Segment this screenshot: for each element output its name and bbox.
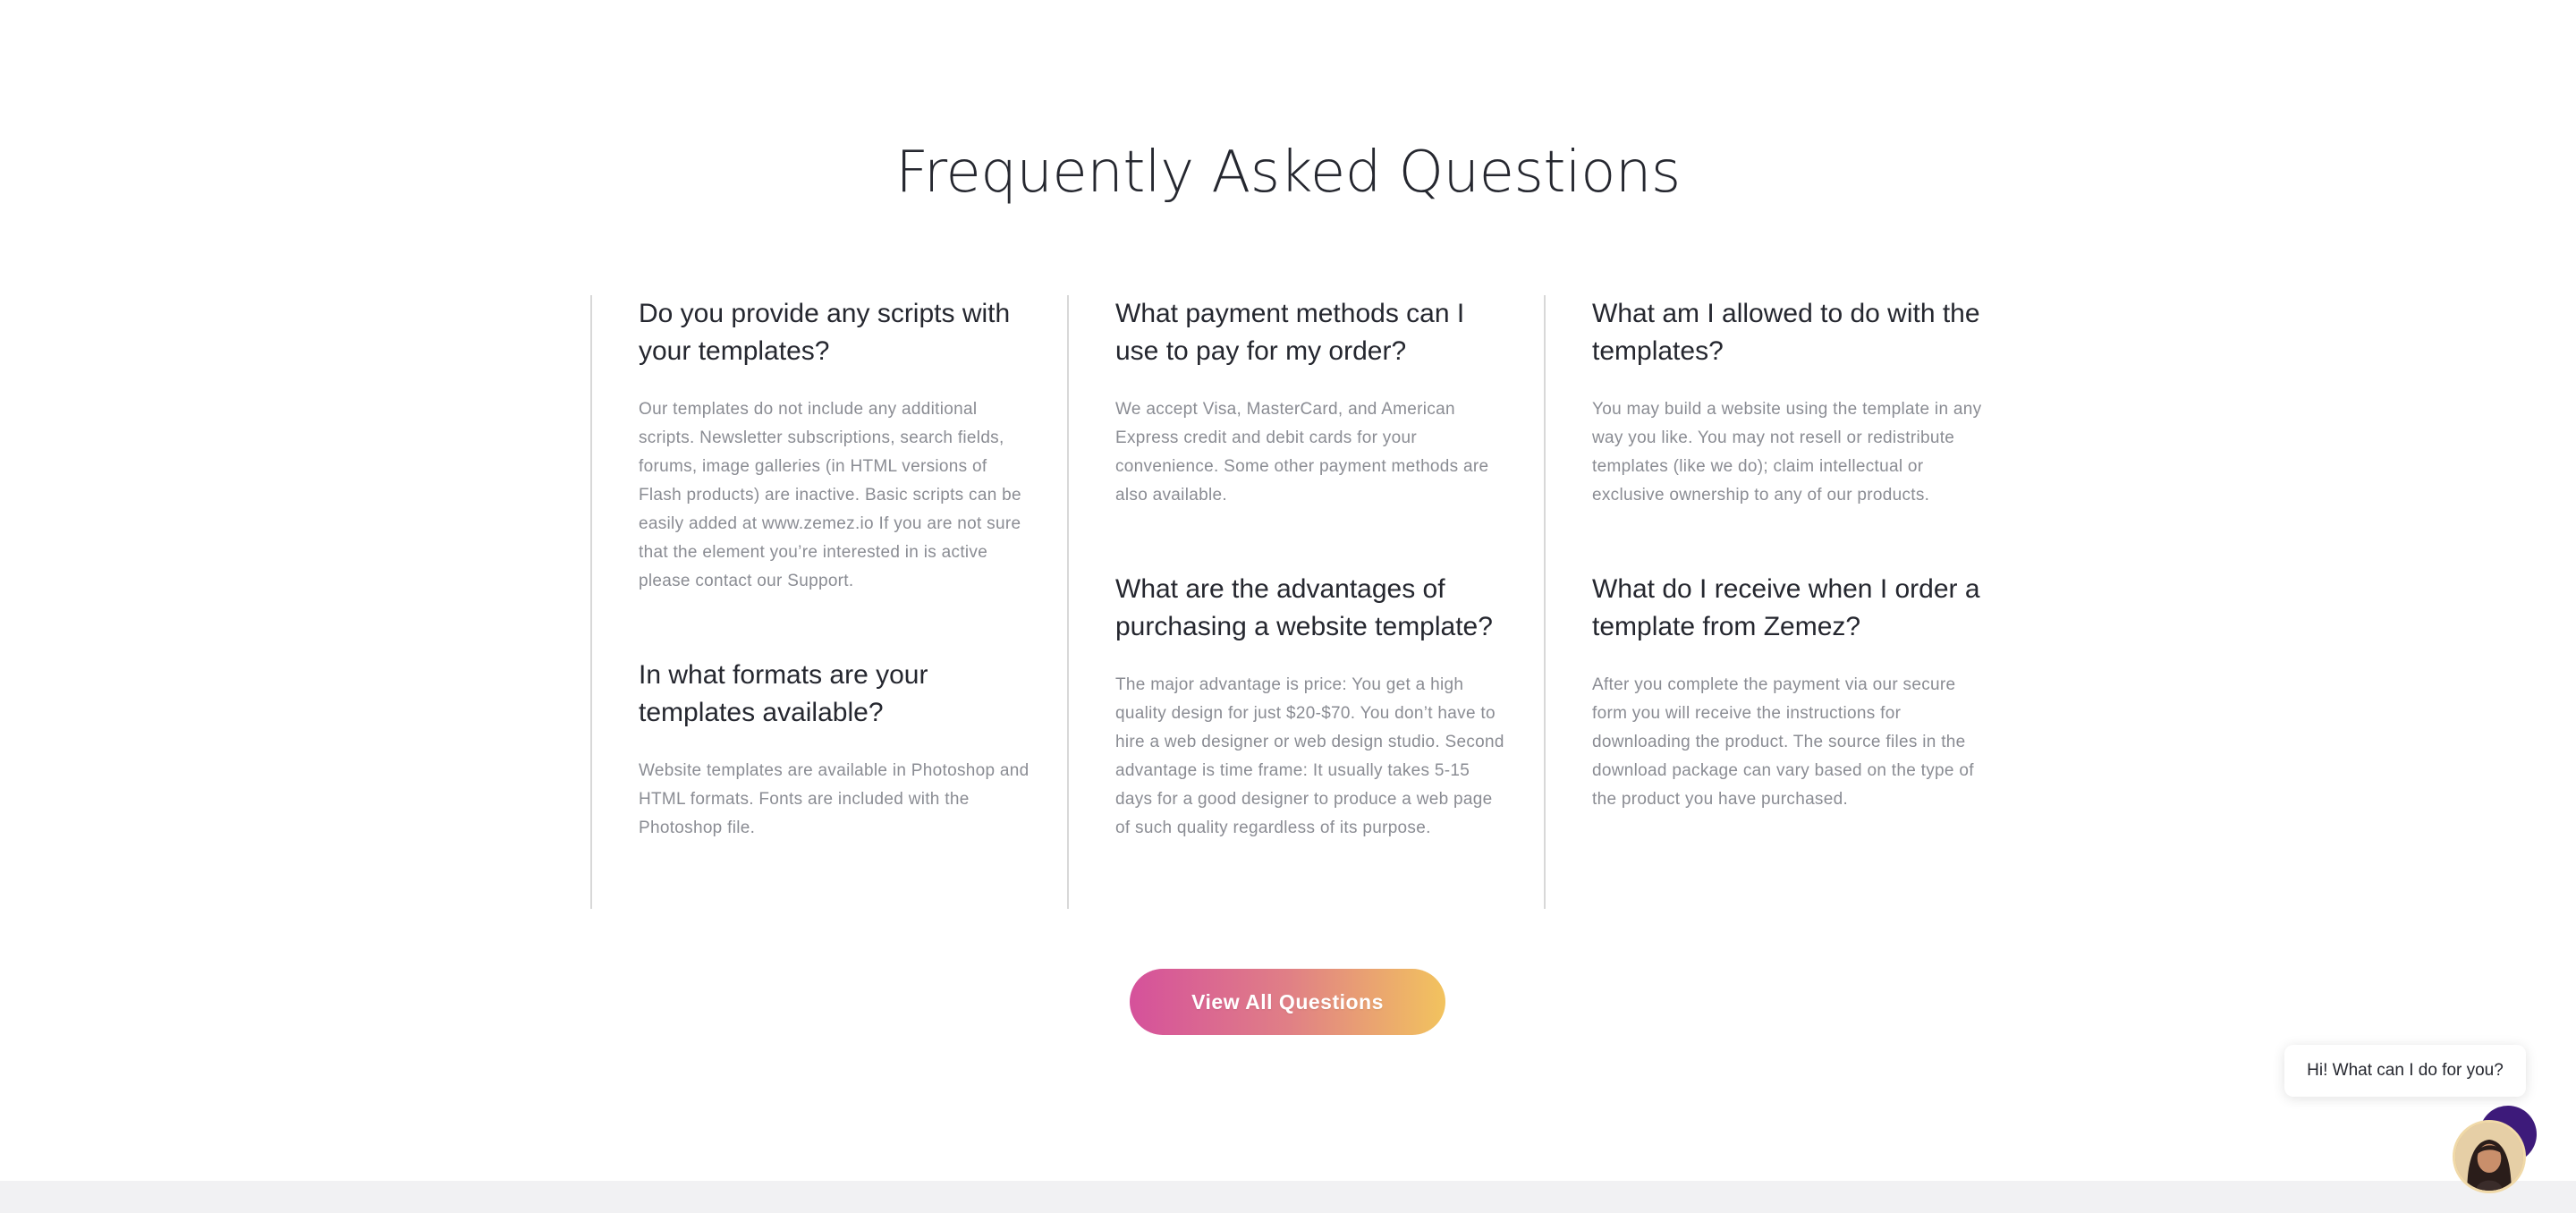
faq-item: What payment methods can I use to pay fo… (1115, 295, 1508, 510)
faq-question: Do you provide any scripts with your tem… (639, 299, 1011, 366)
faq-question: What payment methods can I use to pay fo… (1115, 299, 1465, 366)
faq-column-1: Do you provide any scripts with your tem… (590, 295, 1067, 909)
faq-item: What are the advantages of purchasing a … (1115, 571, 1508, 843)
avatar-illustration (2455, 1123, 2523, 1191)
support-agent-avatar-icon[interactable] (2453, 1120, 2526, 1193)
chat-greeting-text: Hi! What can I do for you? (2307, 1061, 2504, 1080)
faq-item: In what formats are your templates avail… (639, 657, 1031, 843)
faq-item: What am I allowed to do with the templat… (1592, 295, 1985, 510)
faq-answer: We accept Visa, MasterCard, and American… (1115, 400, 1489, 505)
faq-column-2: What payment methods can I use to pay fo… (1067, 295, 1544, 909)
footer-band (0, 1181, 2576, 1213)
faq-grid: Do you provide any scripts with your tem… (590, 295, 2021, 909)
chat-launcher[interactable] (2453, 1106, 2537, 1195)
view-all-questions-button[interactable]: View All Questions (1130, 969, 1445, 1035)
faq-answer: Our templates do not include any additio… (639, 400, 1021, 590)
faq-section: Frequently Asked Questions Do you provid… (0, 0, 2576, 1181)
faq-answer: The major advantage is price: You get a … (1115, 675, 1504, 837)
faq-item: What do I receive when I order a templat… (1592, 571, 1985, 814)
faq-question: What am I allowed to do with the templat… (1592, 299, 1980, 366)
faq-question: What do I receive when I order a templat… (1592, 574, 1980, 641)
faq-answer: Website templates are available in Photo… (639, 761, 1030, 837)
faq-answer: You may build a website using the templa… (1592, 400, 1982, 505)
faq-column-3: What am I allowed to do with the templat… (1544, 295, 2021, 909)
faq-item: Do you provide any scripts with your tem… (639, 295, 1031, 596)
chat-greeting-bubble[interactable]: Hi! What can I do for you? (2284, 1045, 2526, 1097)
faq-title: Frequently Asked Questions (895, 140, 1681, 206)
faq-answer: After you complete the payment via our s… (1592, 675, 1974, 809)
faq-question: What are the advantages of purchasing a … (1115, 574, 1493, 641)
faq-question: In what formats are your templates avail… (639, 660, 928, 727)
